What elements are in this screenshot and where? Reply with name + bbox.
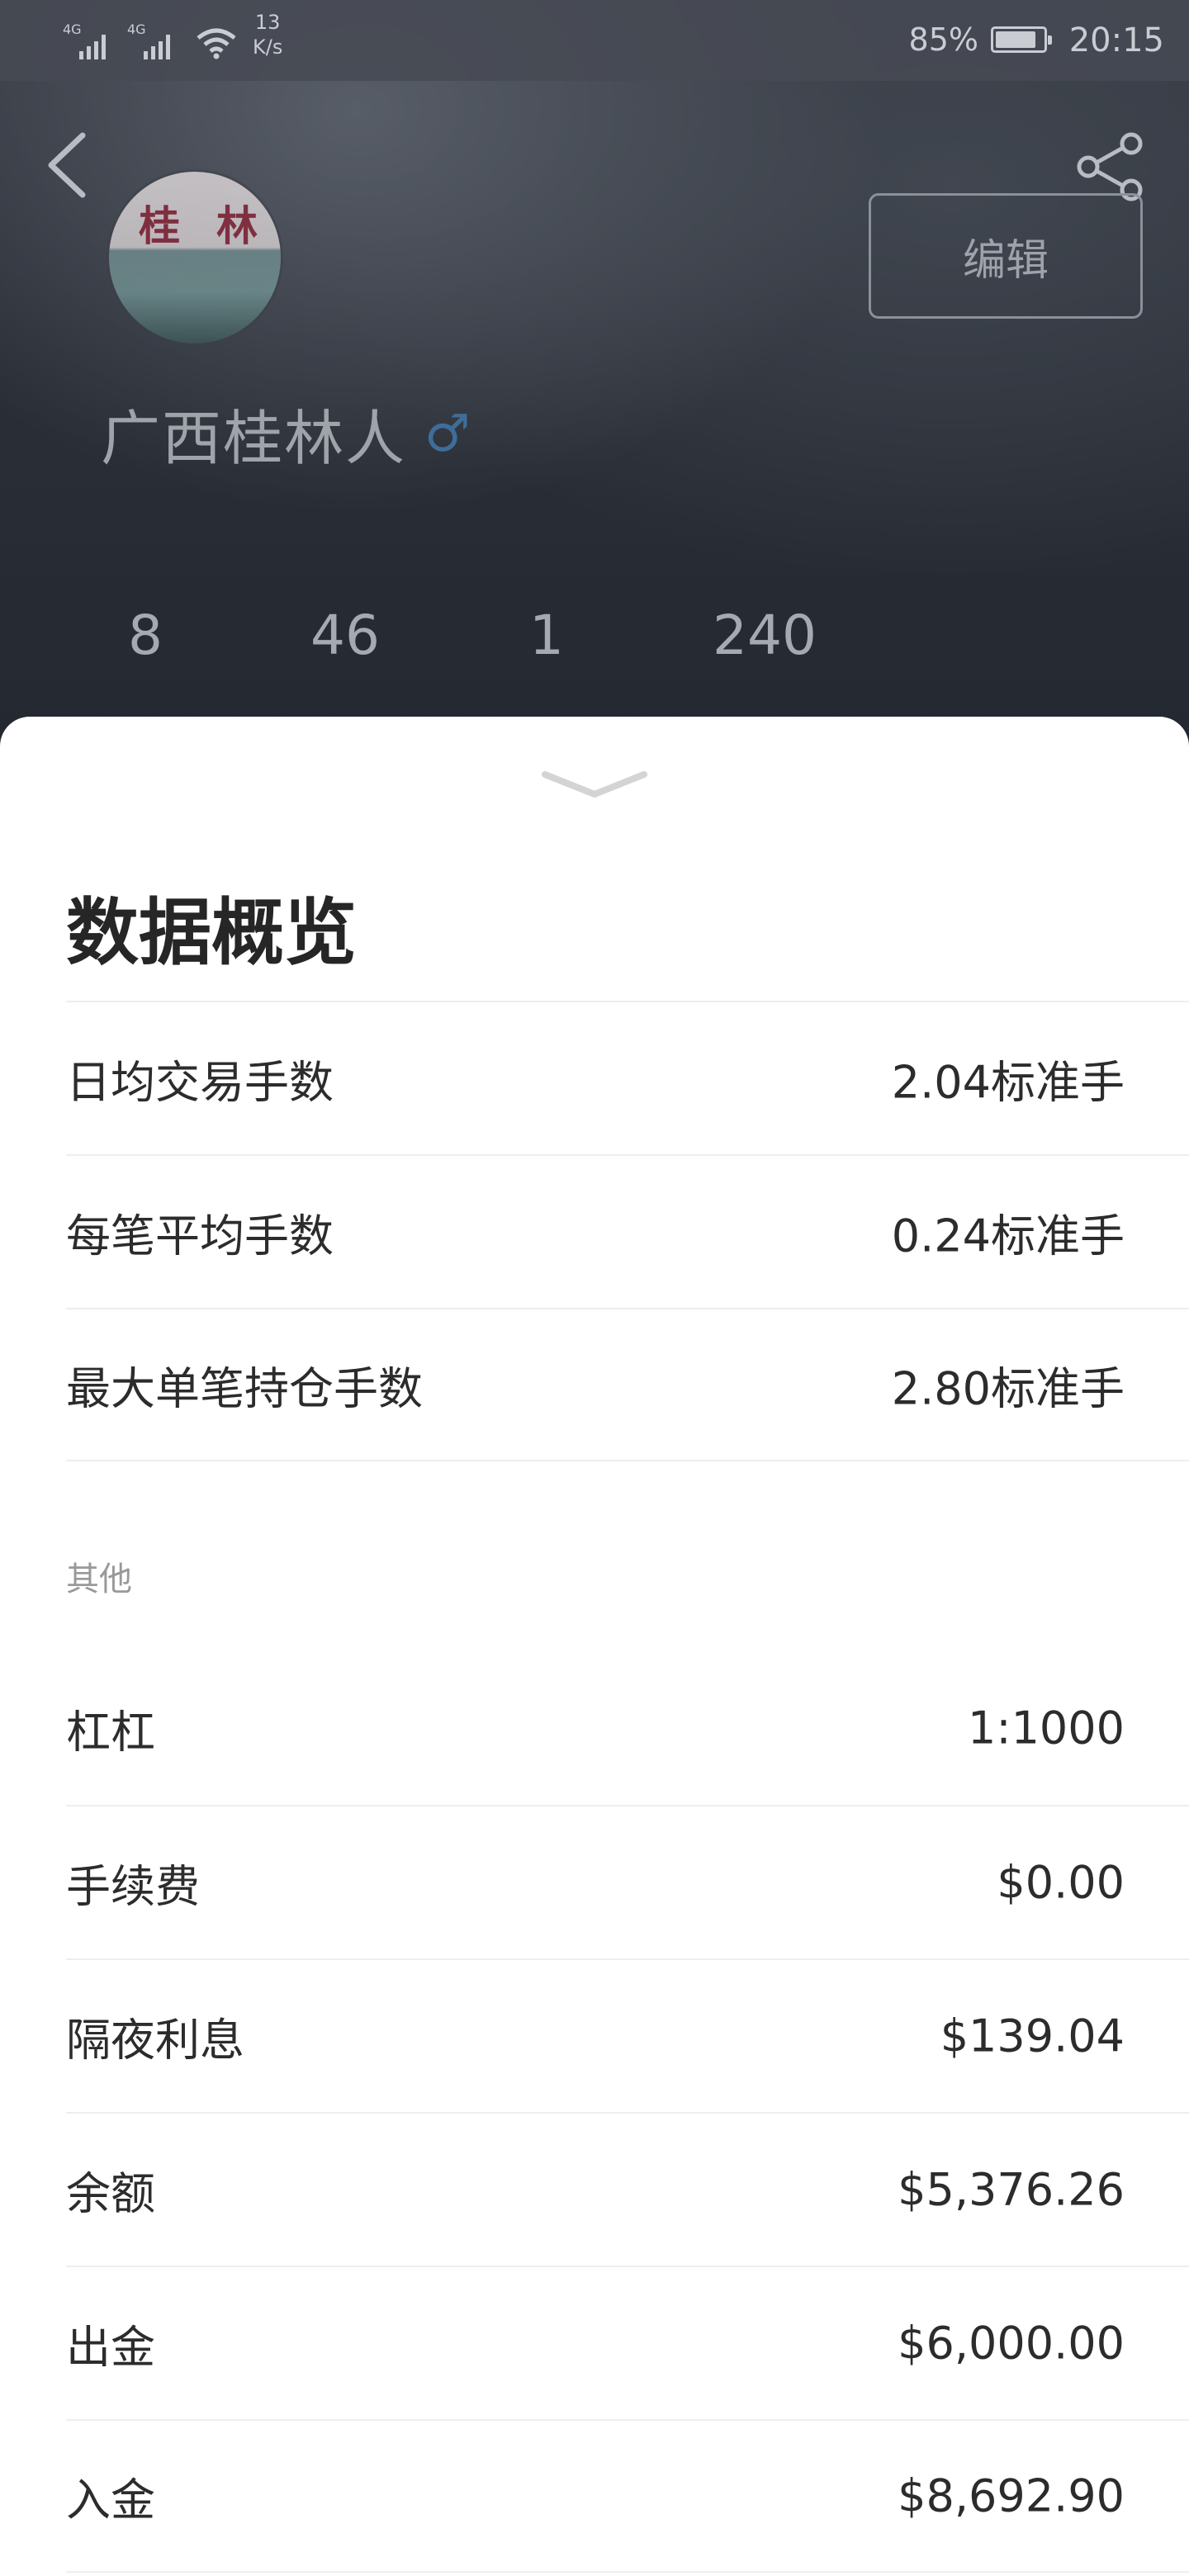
cellular-signal-icon: 4G: [63, 21, 106, 59]
network-type-label-2: 4G: [127, 21, 146, 37]
row-value: 0.24标准手: [891, 1210, 1125, 1262]
edit-profile-button[interactable]: 编辑: [869, 193, 1143, 319]
profile-stats: 8 46 1 240: [0, 603, 1189, 718]
share-icon[interactable]: [1073, 132, 1148, 201]
wifi-icon: [197, 28, 236, 59]
username-row: 广西桂林人 ♂: [101, 390, 471, 476]
stat-item[interactable]: 1: [481, 603, 613, 694]
row-label: 余额: [66, 2167, 155, 2220]
chevron-down-icon[interactable]: [540, 766, 649, 803]
row-label: 手续费: [66, 1860, 200, 1913]
stat-value: 46: [310, 604, 380, 667]
row-label: 日均交易手数: [66, 1056, 334, 1109]
row-label: 入金: [66, 2474, 155, 2526]
section-heading-other: 其他: [66, 1560, 132, 1598]
stat-item[interactable]: 240: [699, 603, 831, 694]
row-value: $6,000.00: [898, 2317, 1125, 2370]
male-gender-icon: ♂: [424, 403, 471, 463]
status-bar: 4G 4G 13 K/s 85% 20:15: [0, 0, 1189, 81]
other-stats-list: 杠杠 1:1000 手续费 $0.00 隔夜利息 $139.04 余额 $5,3…: [66, 1651, 1189, 2573]
stat-value: 240: [713, 604, 817, 667]
row-value: 1:1000: [968, 1702, 1125, 1754]
battery-icon: [991, 26, 1052, 53]
row-label: 杠杠: [66, 1706, 155, 1759]
avatar[interactable]: 桂 林: [109, 172, 281, 343]
stat-value: 8: [128, 604, 163, 667]
row-value: $139.04: [940, 2010, 1125, 2062]
list-item: 隔夜利息 $139.04: [66, 1958, 1189, 2112]
row-label: 隔夜利息: [66, 2014, 244, 2067]
stat-item[interactable]: 8: [79, 603, 211, 694]
avatar-text: 桂: [139, 201, 180, 250]
list-item: 最大单笔持仓手数 2.80标准手: [66, 1308, 1189, 1461]
row-label: 出金: [66, 2321, 155, 2374]
sheet-title: 数据概览: [66, 890, 358, 975]
network-speed: 13 K/s: [253, 11, 283, 59]
stat-value: 1: [529, 604, 564, 667]
username: 广西桂林人: [101, 404, 407, 473]
primary-stats-list: 日均交易手数 2.04标准手 每笔平均手数 0.24标准手 最大单笔持仓手数 2…: [66, 1001, 1189, 1461]
row-value: $5,376.26: [898, 2163, 1125, 2216]
list-item: 日均交易手数 2.04标准手: [66, 1001, 1189, 1154]
row-label: 每笔平均手数: [66, 1210, 334, 1262]
row-label: 最大单笔持仓手数: [66, 1362, 423, 1415]
row-value: $8,692.90: [898, 2469, 1125, 2522]
network-type-label: 4G: [63, 21, 82, 37]
list-item: 余额 $5,376.26: [66, 2112, 1189, 2266]
status-time: 20:15: [1068, 21, 1164, 59]
data-overview-sheet: 数据概览 日均交易手数 2.04标准手 每笔平均手数 0.24标准手 最大单笔持…: [0, 717, 1189, 2576]
list-item: 杠杠 1:1000: [66, 1651, 1189, 1805]
back-arrow-icon[interactable]: [40, 124, 97, 206]
stat-item[interactable]: 46: [279, 603, 411, 694]
list-item: 入金 $8,692.90: [66, 2419, 1189, 2573]
cellular-signal-icon-2: 4G: [127, 21, 170, 59]
battery-percent: 85%: [908, 21, 978, 58]
list-item: 手续费 $0.00: [66, 1805, 1189, 1958]
row-value: 2.80标准手: [891, 1362, 1125, 1415]
row-value: $0.00: [997, 1856, 1125, 1909]
list-item: 出金 $6,000.00: [66, 2266, 1189, 2419]
list-item: 每笔平均手数 0.24标准手: [66, 1154, 1189, 1308]
avatar-text-2: 林: [216, 201, 258, 250]
row-value: 2.04标准手: [891, 1056, 1125, 1109]
